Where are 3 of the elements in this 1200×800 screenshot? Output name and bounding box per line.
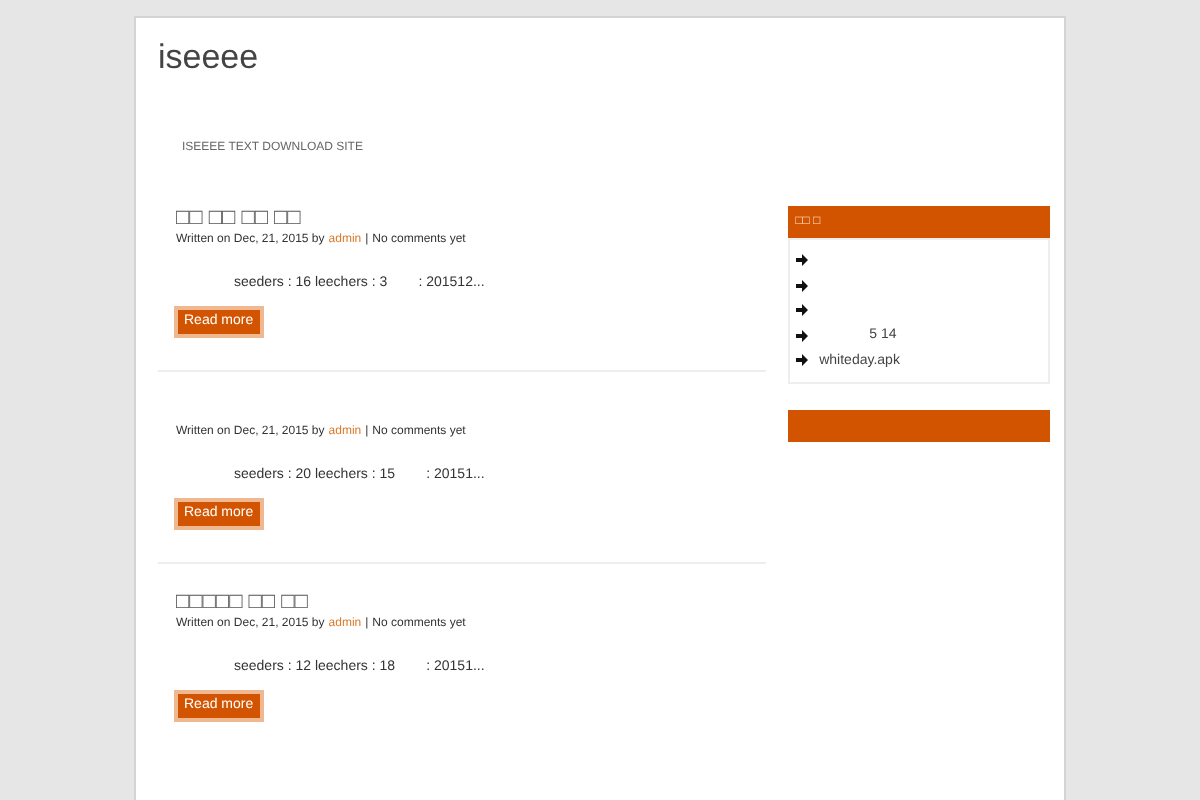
post-title[interactable]: □□ □□ □□ □□ — [176, 206, 301, 232]
post-title[interactable]: □□□□□ □□ □□ — [176, 590, 308, 616]
site-title[interactable]: iseeee — [158, 38, 259, 78]
